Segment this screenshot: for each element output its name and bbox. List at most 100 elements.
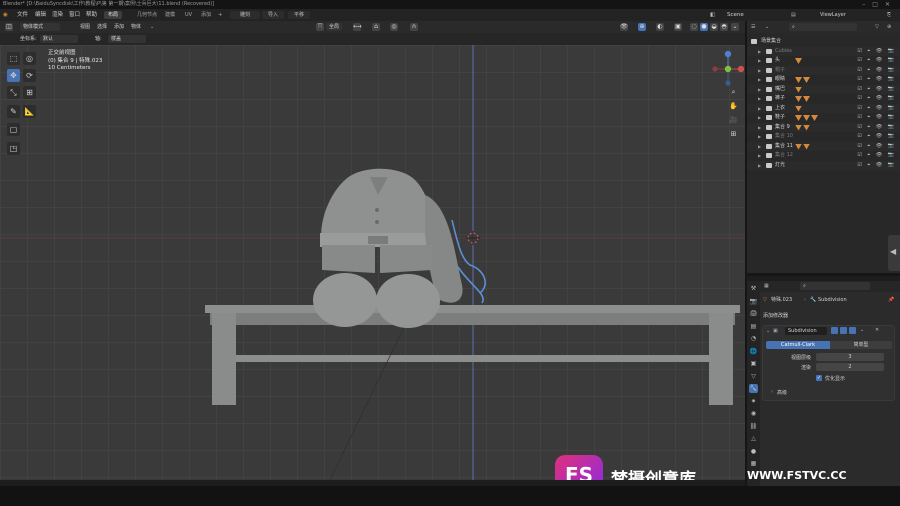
scale-icon[interactable]: ⤡ xyxy=(7,86,20,99)
modifier-name-field[interactable]: Subdivision xyxy=(785,327,827,335)
coords-selector[interactable]: 默认 xyxy=(40,35,78,43)
select-box-icon[interactable]: ⬚ xyxy=(7,52,20,65)
transform-icon[interactable]: ⊞ xyxy=(23,86,36,99)
particles-tab-icon[interactable]: ✷ xyxy=(749,397,758,406)
outliner-row[interactable]: ▶ 鞋子 ☑ ⌖ 👁 📷 xyxy=(747,113,900,123)
menu-add[interactable]: 添加 xyxy=(114,23,124,31)
viewlayer-selector[interactable]: ViewLayer xyxy=(820,11,846,19)
expand-icon[interactable]: ▶ xyxy=(758,56,761,66)
move-icon[interactable]: ✥ xyxy=(7,69,20,82)
close-icon[interactable]: ✕ xyxy=(885,1,897,8)
gizmo-y-icon[interactable] xyxy=(724,65,732,73)
visibility-toggles[interactable]: ☑ ⌖ 👁 📷 xyxy=(857,75,896,85)
shading-rendered-icon[interactable]: ◓ xyxy=(720,23,728,31)
tab-workspace-add[interactable]: 添加 xyxy=(197,11,215,19)
collapse-icon[interactable]: ⌄ xyxy=(766,328,770,334)
object-tab-icon[interactable]: ▽ xyxy=(749,372,758,381)
outliner-row[interactable]: ▶ 裤子 ☑ ⌖ 👁 📷 xyxy=(747,94,900,104)
outliner-row[interactable]: ▶ Cubies ☑ ⌖ 👁 📷 xyxy=(747,46,900,57)
constraints-tab-icon[interactable]: ⛓ xyxy=(749,422,758,431)
scene-selector[interactable]: Scene xyxy=(727,9,744,21)
bench-top[interactable] xyxy=(205,305,740,313)
3d-cursor[interactable] xyxy=(466,231,480,245)
outliner-row[interactable]: ▶ 帽子 ☑ ⌖ 👁 📷 xyxy=(747,65,900,76)
tab-workspace-modeling[interactable]: 建模 xyxy=(161,11,179,19)
outliner-row[interactable]: ▶ 嘴巴 ☑ ⌖ 👁 📷 xyxy=(747,84,900,95)
shading-wireframe-icon[interactable]: ◌ xyxy=(690,23,698,31)
orientation-selector[interactable]: 全局 xyxy=(326,23,343,31)
minimize-icon[interactable]: – xyxy=(862,1,872,8)
menu-edit[interactable]: 编辑 xyxy=(35,9,46,21)
expand-icon[interactable]: ▶ xyxy=(758,132,761,142)
overlay-toggle-icon[interactable]: ◐ xyxy=(656,23,664,31)
add-modifier-button[interactable]: 添加修改器 xyxy=(763,312,788,319)
view-layer-tab-icon[interactable]: ▤ xyxy=(749,322,758,331)
shading-material-icon[interactable]: ◒ xyxy=(710,23,718,31)
levels-viewport-field[interactable]: 3 xyxy=(816,353,884,361)
camera-icon[interactable]: 🎥 xyxy=(728,115,739,126)
render-levels-field[interactable]: 2 xyxy=(816,363,884,371)
visibility-toggles[interactable]: ☑ ⌖ 👁 📷 xyxy=(857,123,896,133)
tab-catmull-clark[interactable]: Catmull-Clark xyxy=(766,341,830,349)
chevron-right-icon[interactable]: › xyxy=(771,389,773,395)
outliner-row[interactable]: ▶ 集合 9 ☑ ⌖ 👁 📷 xyxy=(747,122,900,133)
optimal-display-checkbox[interactable]: ✓ xyxy=(816,375,822,381)
menu-view[interactable]: 视图 xyxy=(80,23,90,31)
outliner-root-row[interactable]: 场景集合 xyxy=(747,37,900,47)
gizmo-neg-z-icon[interactable] xyxy=(725,80,731,86)
tab-workspace-layout[interactable]: 布局 xyxy=(104,11,123,19)
advanced-section[interactable]: 高级 xyxy=(777,389,787,396)
soldier-character[interactable] xyxy=(313,168,463,328)
menu-window[interactable]: 窗口 xyxy=(69,9,80,21)
viewlayer-new-icon[interactable]: ⎘ xyxy=(887,11,891,19)
data-tab-icon[interactable]: △ xyxy=(749,434,758,443)
mode-selector[interactable]: 物体模式 xyxy=(20,23,60,31)
cube-icon[interactable]: ◫ xyxy=(5,23,13,31)
blender-logo-icon[interactable]: ◉ xyxy=(3,9,8,21)
expand-icon[interactable]: ▶ xyxy=(758,66,761,76)
visibility-toggles[interactable]: ☑ ⌖ 👁 📷 xyxy=(857,94,896,104)
import-button[interactable]: 导入 xyxy=(262,11,284,19)
filter-icon[interactable]: ⌄ xyxy=(765,23,769,31)
expand-icon[interactable]: ▶ xyxy=(758,142,761,152)
expand-icon[interactable]: ▶ xyxy=(758,75,761,85)
render-toggle-icon[interactable] xyxy=(849,327,856,334)
scene-icon[interactable]: ◧ xyxy=(710,9,715,21)
menu-object[interactable]: 物体 xyxy=(131,23,141,31)
add-cube-icon[interactable]: ▢ xyxy=(7,123,20,136)
menu-help[interactable]: 帮助 xyxy=(86,9,97,21)
visibility-toggles[interactable]: ☑ ⌖ 👁 📷 xyxy=(857,113,896,123)
outliner-filter-icon[interactable]: ▽ xyxy=(875,23,879,31)
annotate-icon[interactable]: ✎ xyxy=(7,105,20,118)
viewport-toggle-icon[interactable] xyxy=(840,327,847,334)
snap-icon[interactable]: ⌂ xyxy=(372,23,380,31)
tool-tab-icon[interactable]: ⚒ xyxy=(749,284,758,293)
expand-icon[interactable]: ▶ xyxy=(758,151,761,161)
physics-tab-icon[interactable]: ◉ xyxy=(749,409,758,418)
expand-icon[interactable]: ▶ xyxy=(758,85,761,95)
shading-solid-icon[interactable]: ● xyxy=(700,23,708,31)
xray-icon[interactable]: ▣ xyxy=(674,23,682,31)
outliner-row[interactable]: ▶ 集合 11 ☑ ⌖ 👁 📷 xyxy=(747,141,900,152)
visibility-toggles[interactable]: ☑ ⌖ 👁 📷 xyxy=(857,142,896,152)
window-controls[interactable]: –□✕ xyxy=(862,0,897,9)
visibility-toggles[interactable]: ☑ ⌖ 👁 📷 xyxy=(857,47,896,57)
visibility-toggles[interactable]: ☑ ⌖ 👁 📷 xyxy=(857,56,896,66)
scene-canvas[interactable] xyxy=(0,45,745,480)
outliner-row[interactable]: ▶ 集合 12 ☑ ⌖ 👁 📷 xyxy=(747,151,900,161)
area-divider[interactable] xyxy=(747,273,900,276)
expand-icon[interactable]: ▶ xyxy=(758,123,761,133)
properties-editor-icon[interactable]: ▦ xyxy=(764,282,769,290)
new-collection-icon[interactable]: ⊕ xyxy=(887,23,891,31)
tab-workspace-geometry-nodes[interactable]: 几何节点 xyxy=(133,11,161,19)
pivot-selector[interactable]: 楼盖 xyxy=(108,35,146,43)
dropdown-icon[interactable]: ⌄ xyxy=(860,327,864,333)
extrude-icon[interactable]: ◳ xyxy=(7,142,20,155)
chevron-down-icon[interactable]: ⌄ xyxy=(150,23,154,31)
outliner-editor-icon[interactable]: ☰ xyxy=(751,23,755,31)
outliner-row[interactable]: ▶ 集合 10 ☑ ⌖ 👁 📷 xyxy=(747,132,900,142)
expand-icon[interactable]: ▶ xyxy=(758,47,761,57)
grid-icon[interactable]: ⊞ xyxy=(728,129,739,140)
gizmo-toggle-icon[interactable]: ⊕ xyxy=(638,23,646,31)
proportional-falloff-icon[interactable]: ∩ xyxy=(410,23,418,31)
